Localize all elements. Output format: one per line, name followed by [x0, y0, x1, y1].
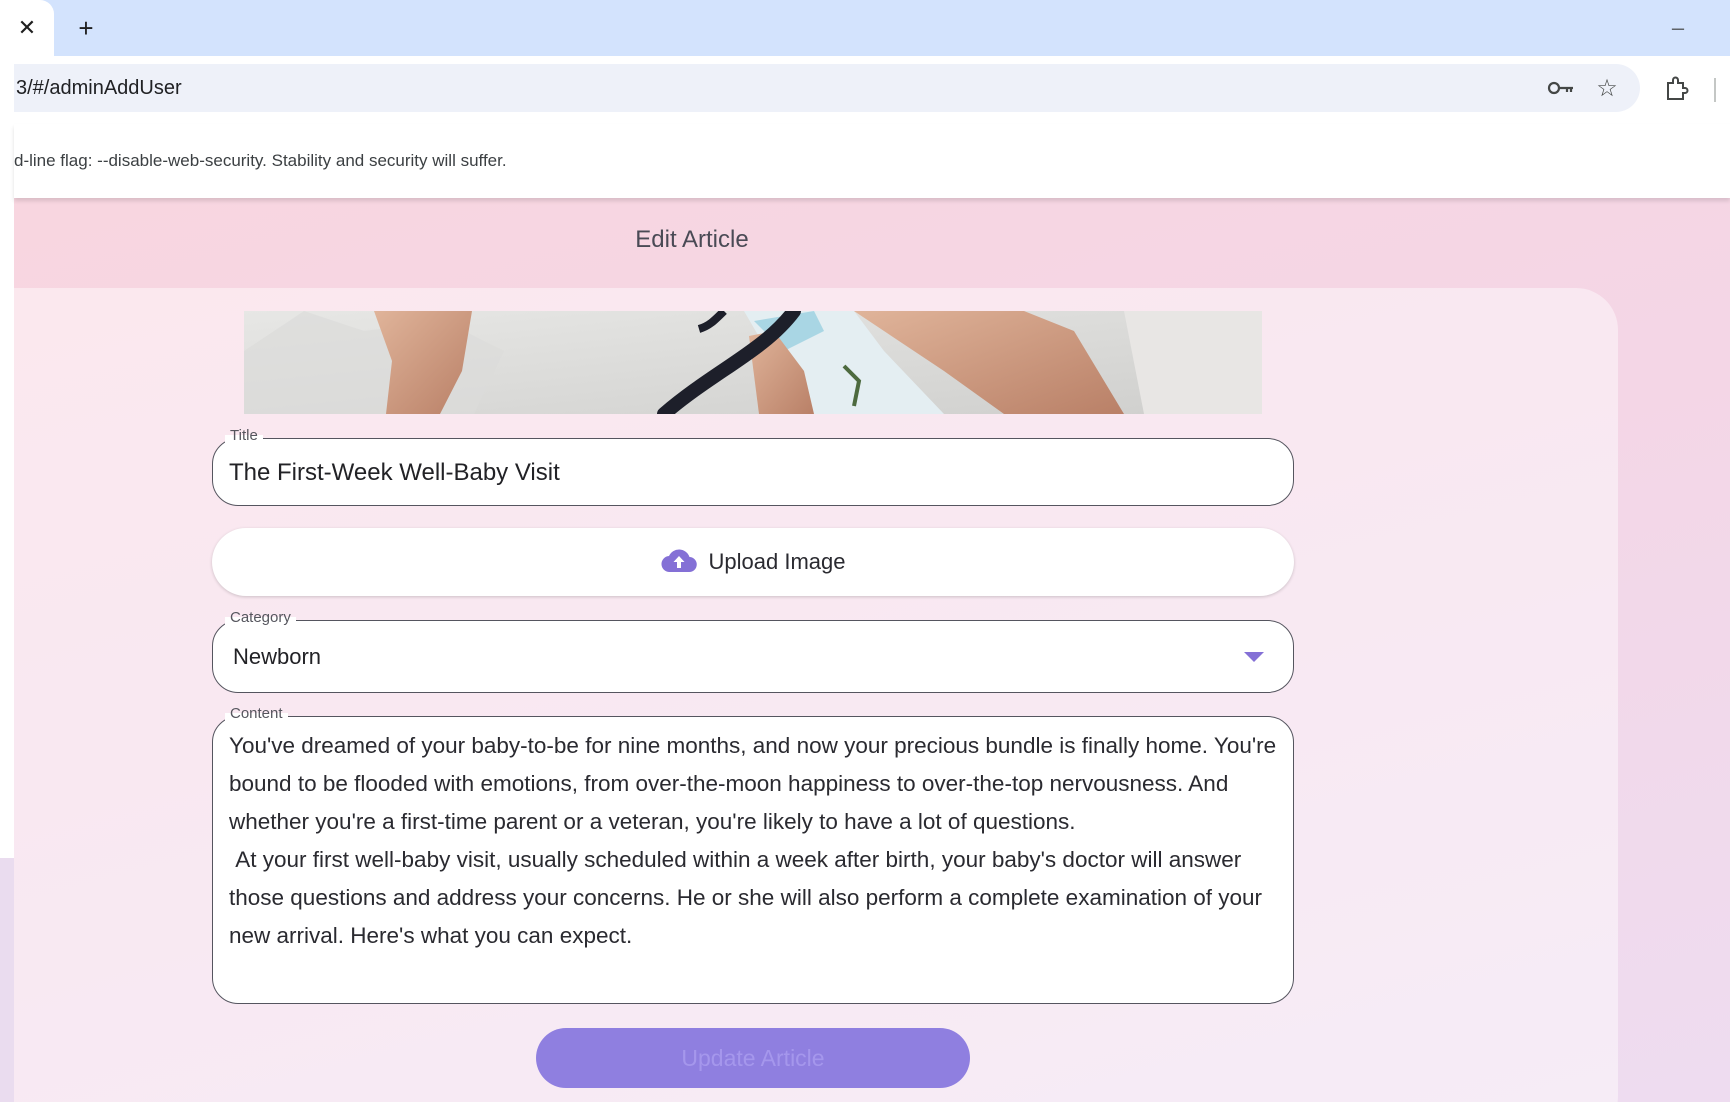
new-tab-button[interactable]: +	[66, 8, 106, 48]
upload-image-button[interactable]: Upload Image	[212, 528, 1294, 596]
dropdown-arrow-icon[interactable]	[1244, 652, 1264, 662]
cloud-upload-icon	[660, 547, 697, 578]
category-select[interactable]: Category Newborn	[212, 609, 1294, 693]
extensions-puzzle-icon[interactable]	[1662, 72, 1692, 106]
address-bar[interactable]: 3/#/adminAddUser ☆	[0, 64, 1640, 112]
title-input[interactable]: Title The First-Week Well-Baby Visit	[212, 427, 1294, 506]
page-title: Edit Article	[635, 226, 749, 253]
bookmark-star-icon[interactable]: ☆	[1592, 74, 1622, 102]
left-edge-lower	[0, 858, 14, 1102]
content-value[interactable]: You've dreamed of your baby-to-be for ni…	[229, 727, 1279, 955]
content-textarea[interactable]: Content You've dreamed of your baby-to-b…	[212, 705, 1294, 1004]
key-icon[interactable]	[1546, 74, 1576, 102]
tab-strip: ✕ + –	[0, 0, 1730, 56]
infobar-message: d-line flag: --disable-web-security. Sta…	[14, 151, 507, 170]
toolbar-divider	[1714, 78, 1716, 102]
warning-infobar: d-line flag: --disable-web-security. Sta…	[14, 124, 1730, 198]
content-label: Content	[225, 705, 288, 722]
app-page: Edit Article Title The First-Week Well-B…	[14, 198, 1730, 1102]
update-article-button[interactable]: Update Article	[536, 1028, 970, 1088]
article-image	[244, 311, 1262, 414]
upload-image-label: Upload Image	[708, 549, 846, 574]
minimize-button[interactable]: –	[1658, 8, 1698, 48]
title-value[interactable]: The First-Week Well-Baby Visit	[229, 459, 560, 487]
title-label: Title	[225, 427, 263, 444]
browser-toolbar: 3/#/adminAddUser ☆	[0, 56, 1730, 124]
category-value[interactable]: Newborn	[233, 644, 321, 670]
url-text[interactable]: 3/#/adminAddUser	[16, 77, 182, 100]
category-label: Category	[225, 609, 296, 626]
